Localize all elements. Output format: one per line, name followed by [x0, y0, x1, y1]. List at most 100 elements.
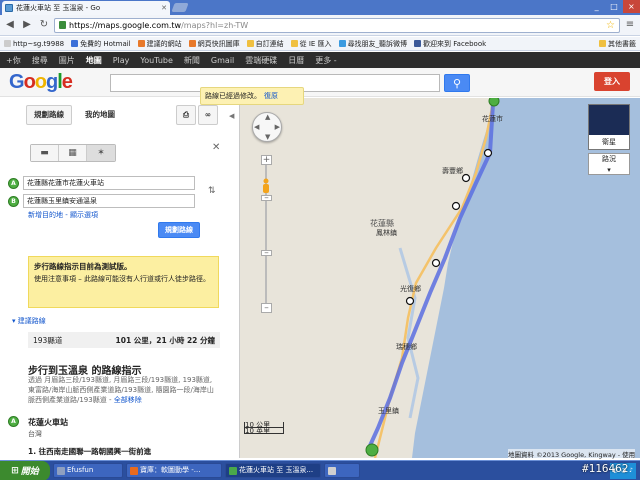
traffic-label: 路況	[602, 155, 616, 163]
pegman-icon[interactable]	[261, 178, 271, 194]
zoom-in-button[interactable]: +	[261, 155, 272, 165]
pan-down-icon[interactable]: ▼	[265, 133, 270, 141]
alternate-routes-toggle[interactable]: ▾ 建議路線	[12, 316, 46, 326]
pan-left-icon[interactable]: ◀	[254, 123, 259, 131]
bookmark-item[interactable]: 歡迎來到 Facebook	[414, 39, 486, 49]
warning-body: 使用注意事項 – 此路線可能沒有人行道或行人徒步路徑。	[34, 275, 210, 283]
gbar-item-active[interactable]: 地圖	[86, 55, 102, 66]
remove-all-link[interactable]: 全部移除	[114, 396, 142, 404]
bookmark-star-icon[interactable]: ☆	[606, 20, 615, 31]
waypoint-a-input[interactable]: 花蓮縣花蓮市花蓮火車站	[23, 176, 195, 190]
map-attribution[interactable]: 地圖資料 ©2013 Google, Kingway - 使用	[508, 449, 636, 459]
search-button[interactable]: ⚲	[444, 74, 470, 92]
bookmark-item[interactable]: 建議的網站	[137, 39, 182, 49]
pan-control[interactable]: ▲ ▼ ◀ ▶	[252, 112, 282, 142]
gbar-item[interactable]: +你	[6, 55, 21, 66]
wrench-icon[interactable]: ≡	[623, 18, 637, 32]
traffic-toggle[interactable]: 路況 ▾	[588, 153, 630, 175]
map-label: 瑞穗鄉	[396, 343, 417, 351]
map-label: 壽豐鄉	[442, 167, 463, 175]
zoom-out-button[interactable]: –	[261, 303, 272, 313]
start-name[interactable]: 花蓮火車站	[28, 417, 68, 428]
swap-waypoints-icon[interactable]: ⇅	[208, 186, 216, 196]
gbar-item[interactable]: 日曆	[288, 55, 304, 66]
pan-right-icon[interactable]: ▶	[275, 123, 280, 131]
pan-up-icon[interactable]: ▲	[265, 113, 270, 121]
tray-icon[interactable]: ♪	[629, 467, 633, 474]
bookmark-item[interactable]: 尋找朋友_聽訴微博	[338, 39, 407, 49]
image-counter: #116462	[582, 462, 629, 475]
browser-tab[interactable]: 花蓮火車站 至 玉溫泉 - Go ✕	[2, 1, 170, 15]
tab-my-maps[interactable]: 我的地圖	[76, 105, 124, 125]
undo-link[interactable]: 復原	[264, 92, 278, 100]
direction-step[interactable]: 1. 往西南走國聯一路朝國興一街前進	[28, 446, 151, 457]
maximize-button[interactable]: □	[605, 0, 622, 13]
bookmark-item[interactable]: 自訂連結	[246, 39, 284, 49]
zoom-thumb[interactable]: –	[261, 194, 272, 203]
gbar-item[interactable]: 新聞	[184, 55, 200, 66]
route-description: 透過 月眉路三段/193縣道, 月眉路三段/193縣道, 193縣道, 東富路/…	[28, 376, 214, 404]
bookmark-item[interactable]: 網頁快訊圖庫	[188, 39, 240, 49]
gbar-item[interactable]: 搜尋	[32, 55, 48, 66]
bookmark-item[interactable]: http~sg.t9988	[4, 40, 64, 48]
link-button[interactable]: ∞	[198, 105, 218, 125]
other-bookmarks[interactable]: 其他書籤	[599, 39, 636, 49]
gbar-item[interactable]: 更多 -	[315, 55, 336, 66]
maps-header: Google ⚲ 登入	[0, 68, 640, 97]
url-path: /maps?hl=zh-TW	[181, 20, 249, 30]
beta-warning: 步行路線指示目前為測試版。 使用注意事項 – 此路線可能沒有人行道或行人徒步路徑…	[28, 256, 219, 308]
bookmark-item[interactable]: 從 IE 匯入	[290, 39, 332, 49]
forward-icon[interactable]: ▶	[20, 18, 34, 32]
close-directions-icon[interactable]: ✕	[212, 142, 220, 153]
minimize-button[interactable]: _	[588, 0, 605, 13]
route-option[interactable]: 193縣道 101 公里，21 小時 22 分鐘	[28, 332, 220, 348]
google-logo[interactable]: Google	[9, 71, 73, 94]
route-modified-notice: 路線已經過修改。 復原	[200, 87, 304, 105]
print-button[interactable]: ⎙	[176, 105, 196, 125]
ie-icon	[188, 40, 196, 47]
reload-icon[interactable]: ↻	[37, 18, 51, 32]
via-point	[483, 148, 493, 158]
tab-close-icon[interactable]: ✕	[161, 4, 167, 12]
bus-icon[interactable]: ▦	[59, 145, 87, 161]
travel-mode-selector[interactable]: ▬ ▦ ✶	[30, 144, 116, 162]
back-icon[interactable]: ◀	[3, 18, 17, 32]
tab-directions[interactable]: 規劃路線	[26, 105, 72, 125]
via-point	[431, 258, 441, 268]
start-marker-icon[interactable]: A	[8, 416, 19, 427]
get-directions-button[interactable]: 規劃路線	[158, 222, 200, 238]
close-window-button[interactable]: ×	[622, 0, 640, 13]
gbar-item[interactable]: YouTube	[140, 56, 173, 65]
hotmail-icon	[71, 40, 79, 47]
taskbar-item[interactable]	[324, 463, 360, 478]
collapse-panel-button[interactable]: ◀	[229, 112, 239, 128]
walk-icon[interactable]: ✶	[87, 145, 115, 161]
taskbar-item-active[interactable]: 花蓮火車站 至 玉溫泉...	[225, 463, 321, 478]
app-icon	[328, 466, 336, 475]
satellite-toggle[interactable]: 衛星	[588, 104, 630, 150]
map-canvas[interactable]: 花蓮市 壽豐鄉 花蓮縣 鳳林鎮 光復鄉 瑞穗鄉 玉里鎮	[240, 98, 640, 458]
windows-logo-icon: ⊞	[11, 465, 19, 476]
waypoint-b-input[interactable]: 花蓮縣玉里鎮安通溫泉	[23, 194, 195, 208]
waypoint-b-row: B 花蓮縣玉里鎮安通溫泉	[8, 194, 195, 208]
logo-letter: e	[61, 71, 73, 93]
warning-title: 步行路線指示目前為測試版。	[34, 262, 132, 271]
signin-button[interactable]: 登入	[594, 72, 630, 91]
gbar-item[interactable]: Gmail	[211, 56, 234, 65]
marker-b-icon[interactable]: B	[8, 195, 19, 207]
bookmark-item[interactable]: 免費的 Hotmail	[71, 39, 131, 49]
marker-a-icon[interactable]: A	[8, 177, 19, 189]
folder-icon	[246, 40, 254, 47]
add-destination-link[interactable]: 新增目的地 - 顯示選項	[28, 210, 98, 220]
taskbar-item[interactable]: Efusfun	[53, 463, 123, 478]
gbar-item[interactable]: 圖片	[59, 55, 75, 66]
car-icon[interactable]: ▬	[31, 145, 59, 161]
start-button[interactable]: ⊞ 開始	[0, 460, 50, 480]
gbar-item[interactable]: 雲端硬碟	[245, 55, 277, 66]
taskbar-item[interactable]: 寶庫：軟圖動學 -...	[126, 463, 222, 478]
map-label: 玉里鎮	[378, 407, 399, 415]
zoom-tick[interactable]: –	[261, 249, 272, 258]
address-bar[interactable]: https://maps.google.com.tw/maps?hl=zh-TW…	[54, 17, 620, 33]
gbar-item[interactable]: Play	[113, 56, 130, 65]
route-stats: 101 公里，21 小時 22 分鐘	[115, 335, 215, 345]
